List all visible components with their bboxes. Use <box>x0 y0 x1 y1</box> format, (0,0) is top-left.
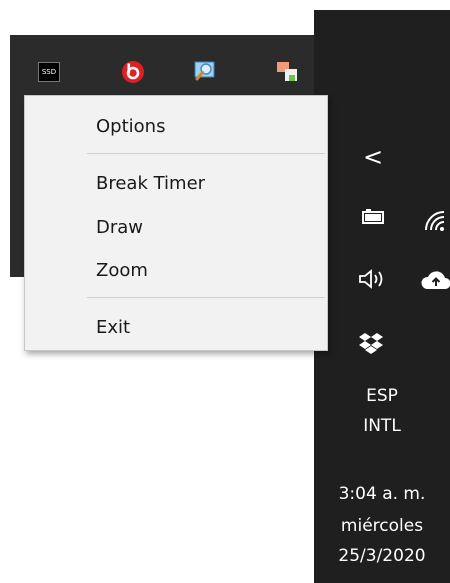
battery-icon[interactable] <box>358 206 388 228</box>
language-indicator-line2[interactable]: INTL <box>314 418 450 435</box>
clock-time[interactable]: 3:04 a. m. <box>314 486 450 503</box>
wifi-icon[interactable] <box>422 206 450 234</box>
language-indicator-line1[interactable]: ESP <box>314 388 450 405</box>
clock-date[interactable]: 25/3/2020 <box>314 548 450 565</box>
menu-separator <box>87 297 325 298</box>
volume-icon[interactable] <box>356 266 390 292</box>
menu-item-options[interactable]: Options <box>25 111 327 141</box>
zoomit-icon[interactable] <box>193 60 217 84</box>
clock-day[interactable]: miércoles <box>314 518 450 535</box>
cloud-upload-icon[interactable] <box>420 268 450 292</box>
taskbar: < ESP INTL 3:04 a. m. miércoles 25/3/202… <box>314 10 450 583</box>
screen: < ESP INTL 3:04 a. m. miércoles 25/3/202… <box>0 0 450 583</box>
menu-separator <box>87 153 325 154</box>
menu-item-exit[interactable]: Exit <box>25 312 327 342</box>
menu-item-draw[interactable]: Draw <box>25 212 327 242</box>
show-hidden-icons-chevron[interactable]: < <box>358 142 388 172</box>
context-menu: Options Break Timer Draw Zoom Exit <box>24 95 328 351</box>
ssd-icon-label: SSD <box>38 62 60 82</box>
menu-item-zoom[interactable]: Zoom <box>25 255 327 285</box>
beats-icon[interactable] <box>121 60 145 84</box>
ssd-icon[interactable]: SSD <box>37 60 61 84</box>
app-windows-icon[interactable] <box>275 60 299 84</box>
menu-item-break-timer[interactable]: Break Timer <box>25 168 327 198</box>
dropbox-icon[interactable] <box>356 330 386 356</box>
